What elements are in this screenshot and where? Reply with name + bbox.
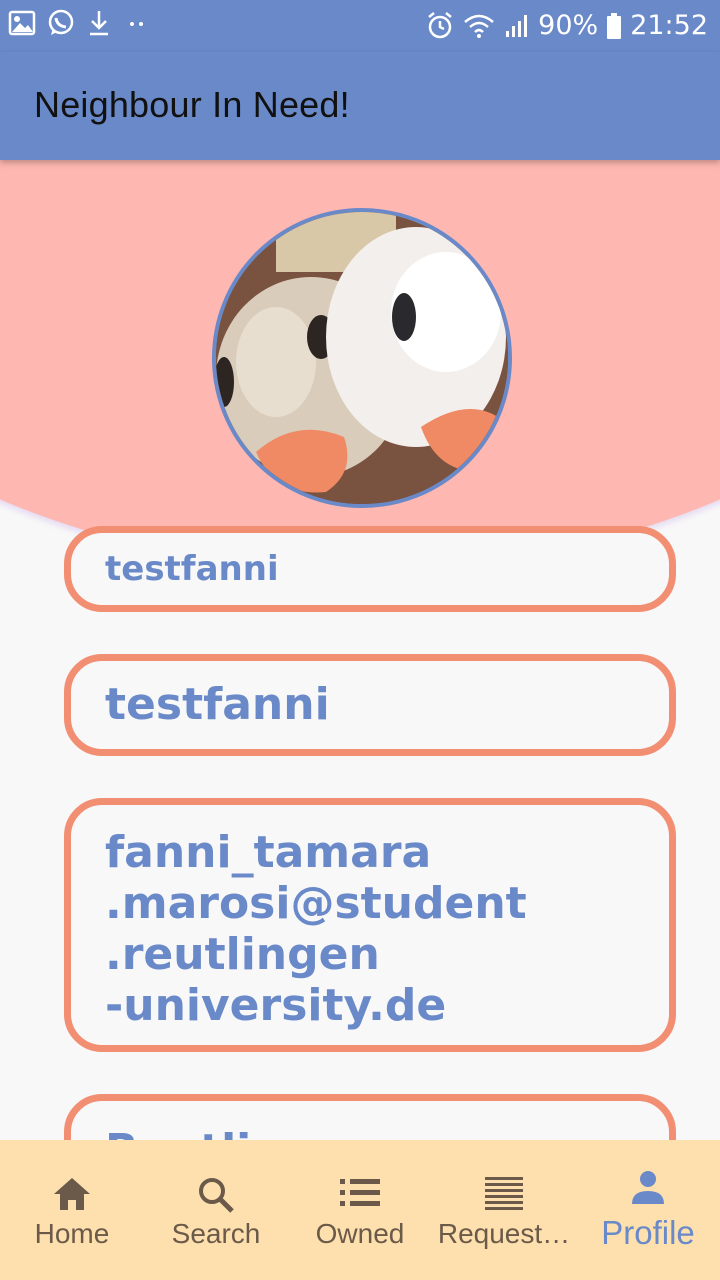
app-bar: Neighbour In Need!	[0, 52, 720, 160]
alarm-icon	[428, 12, 452, 39]
nav-label: Profile	[601, 1214, 695, 1251]
bottom-navigation: Home Search Owned Request… Profile	[0, 1140, 720, 1280]
status-bar: 90% 21:52	[0, 0, 720, 52]
email-field[interactable]: fanni_tamara .marosi@student .reutlingen…	[64, 798, 676, 1052]
username-value: testfanni	[105, 549, 279, 589]
display-name-field[interactable]: testfanni	[64, 654, 676, 756]
avatar-photo	[216, 212, 508, 504]
nav-profile[interactable]: Profile	[576, 1140, 720, 1280]
nav-requests[interactable]: Request…	[432, 1140, 576, 1280]
nav-label: Request…	[437, 1218, 571, 1249]
display-name-value: testfanni	[105, 679, 330, 730]
download-icon	[90, 11, 108, 36]
home-icon	[54, 1178, 90, 1210]
more-dots-icon	[130, 22, 143, 26]
username-field[interactable]: testfanni	[64, 526, 676, 612]
nav-search[interactable]: Search	[144, 1140, 288, 1280]
search-icon	[199, 1178, 234, 1213]
clock: 21:52	[630, 10, 708, 41]
signal-icon	[506, 15, 528, 37]
profile-content[interactable]: testfanni testfanni fanni_tamara .marosi…	[0, 160, 720, 1140]
profile-avatar[interactable]	[212, 208, 512, 508]
whatsapp-icon	[48, 9, 74, 35]
city-value: Reutlingen	[105, 1125, 375, 1140]
nav-label: Owned	[315, 1218, 405, 1249]
battery-icon	[607, 13, 622, 39]
app-title: Neighbour In Need!	[34, 84, 350, 125]
email-line: -university.de	[105, 980, 447, 1031]
nav-owned[interactable]: Owned	[288, 1140, 432, 1280]
email-line: fanni_tamara	[105, 827, 432, 878]
lines-icon	[485, 1177, 523, 1210]
wifi-icon	[464, 14, 494, 38]
city-field[interactable]: Reutlingen	[64, 1094, 676, 1140]
person-icon	[632, 1171, 664, 1204]
email-line: .marosi@student	[105, 878, 527, 929]
image-icon	[8, 10, 36, 36]
battery-percent: 90%	[538, 10, 599, 41]
nav-home[interactable]: Home	[0, 1140, 144, 1280]
email-line: .reutlingen	[105, 929, 380, 980]
nav-label: Home	[34, 1218, 110, 1249]
list-icon	[340, 1179, 380, 1206]
nav-label: Search	[171, 1218, 261, 1249]
